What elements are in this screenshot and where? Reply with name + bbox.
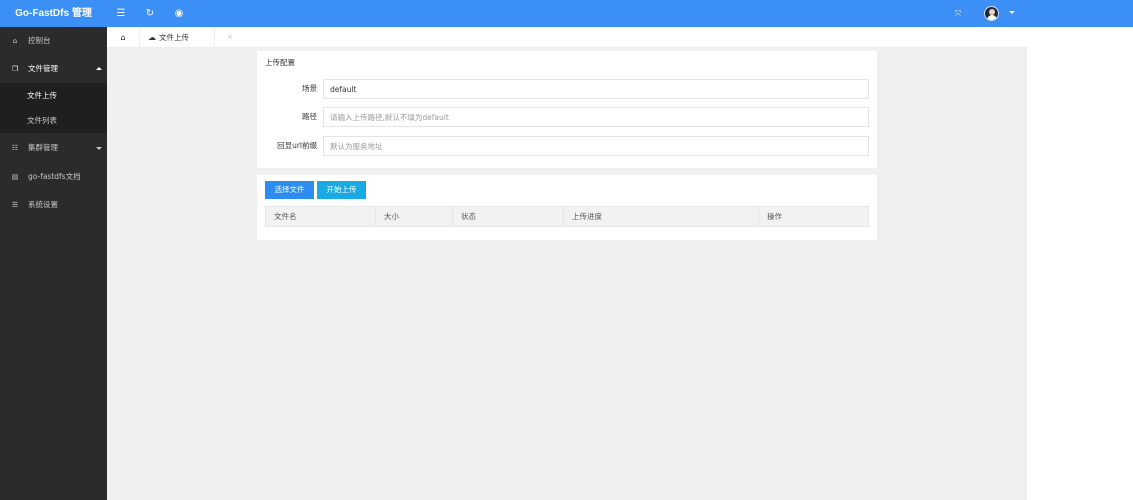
top-header: Go-FastDfs 管理 ☰ ↻ ◉ ⤧	[0, 0, 1133, 27]
book-icon: ▤	[11, 173, 19, 181]
user-avatar[interactable]	[984, 6, 999, 21]
close-icon[interactable]: ×	[227, 27, 233, 48]
sidebar-item-file-list[interactable]: 文件列表	[0, 108, 107, 133]
form-row-url-prefix: 回显url前缀	[257, 136, 877, 156]
tab-bar: ⌂ ☁ 文件上传 ×	[107, 27, 1027, 48]
select-file-button[interactable]: 选择文件	[265, 181, 314, 199]
path-label: 路径	[302, 112, 317, 121]
chevron-up-icon	[96, 67, 102, 70]
app-logo[interactable]: Go-FastDfs 管理	[0, 0, 107, 27]
sidebar-item-docs[interactable]: ▤ go-fastdfs文档	[0, 163, 107, 191]
column-header-size: 大小	[376, 207, 453, 226]
avatar-body	[987, 15, 997, 20]
column-header-actions: 操作	[767, 212, 782, 221]
fullscreen-icon[interactable]: ⤧	[950, 0, 966, 27]
sidebar-item-label: 控制台	[28, 36, 51, 45]
column-header-filename: 文件名	[266, 207, 376, 226]
sidebar-item-cluster-management[interactable]: ☷ 集群管理	[0, 134, 107, 162]
cloud-upload-icon: ☁	[148, 33, 156, 42]
sidebar-item-file-upload[interactable]: 文件上传	[0, 83, 107, 108]
home-icon: ⌂	[12, 37, 18, 45]
sidebar-item-label: 集群管理	[28, 143, 58, 152]
settings-icon: ☰	[11, 201, 19, 209]
file-management-submenu: 文件上传 文件列表	[0, 83, 107, 133]
refresh-icon[interactable]: ↻	[142, 0, 158, 27]
sidebar-item-label: 文件管理	[28, 64, 58, 73]
right-gutter	[1027, 27, 1133, 500]
upload-table-header: 文件名 大小 状态 上传进度 操作	[265, 206, 869, 227]
menu-icon[interactable]: ☰	[113, 0, 129, 27]
sidebar-item-label: go-fastdfs文档	[28, 172, 81, 181]
url-prefix-input[interactable]	[323, 136, 869, 156]
form-row-path: 路径	[257, 107, 877, 127]
tab-label: 文件上传	[159, 33, 189, 42]
url-prefix-label: 回显url前缀	[277, 141, 317, 150]
main-content: 上传配置 场景 路径 回显url前缀 选择文件 开始上传 文件名 大小 状态 上…	[107, 48, 1027, 500]
sidebar-item-dashboard[interactable]: ⌂ 控制台	[0, 27, 107, 55]
sidebar: ⌂ 控制台 ❐ 文件管理 文件上传 文件列表 ☷ 集群管理 ▤ go-fastd…	[0, 27, 107, 500]
tab-file-upload[interactable]: ☁ 文件上传 ×	[140, 27, 233, 48]
sidebar-item-settings[interactable]: ☰ 系统设置	[0, 191, 107, 219]
target-icon[interactable]: ◉	[171, 0, 187, 27]
files-icon: ❐	[11, 65, 19, 73]
home-icon: ⌂	[120, 33, 126, 42]
card-title: 上传配置	[265, 58, 295, 67]
sidebar-item-label: 系统设置	[28, 200, 58, 209]
column-header-status: 状态	[453, 207, 564, 226]
scene-input[interactable]	[323, 79, 869, 99]
cluster-icon: ☷	[11, 144, 19, 152]
start-upload-button[interactable]: 开始上传	[317, 181, 366, 199]
column-header-progress: 上传进度	[564, 207, 759, 226]
sidebar-item-file-management[interactable]: ❐ 文件管理	[0, 55, 107, 83]
chevron-down-icon	[96, 147, 102, 150]
user-menu-caret-icon[interactable]	[1009, 11, 1015, 14]
upload-config-card: 上传配置 场景 路径 回显url前缀	[257, 51, 877, 168]
tab-home[interactable]: ⌂	[107, 27, 140, 48]
form-row-scene: 场景	[257, 79, 877, 99]
upload-list-card: 选择文件 开始上传 文件名 大小 状态 上传进度 操作	[257, 175, 877, 240]
scene-label: 场景	[302, 84, 317, 93]
path-input[interactable]	[323, 107, 869, 127]
